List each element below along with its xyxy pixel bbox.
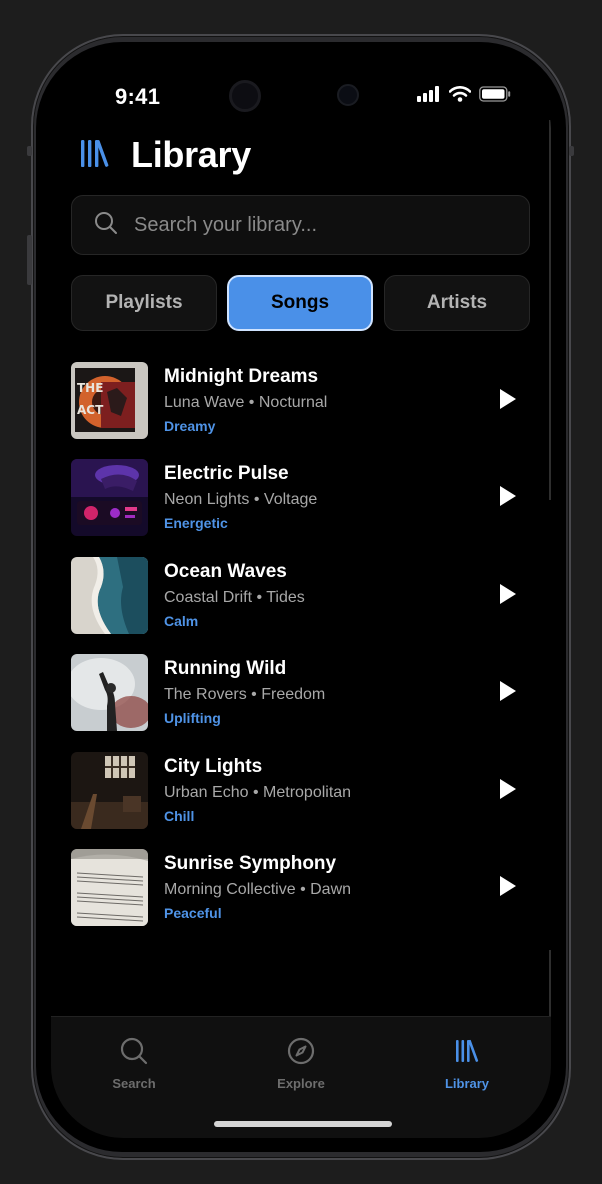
album-cover [71,557,148,634]
song-artist: The Rovers [164,686,247,703]
song-title: Electric Pulse [164,463,289,484]
home-indicator[interactable] [214,1121,392,1127]
play-icon[interactable] [495,874,519,898]
side-button [27,235,32,285]
song-album: Voltage [263,491,318,508]
search-icon [94,211,118,240]
play-icon[interactable] [495,582,519,606]
song-title: City Lights [164,756,263,777]
battery-icon [479,86,511,107]
tab-songs[interactable]: Songs [227,275,373,331]
separator: • [253,491,260,508]
library-icon [79,137,113,174]
side-button [27,146,32,156]
tabbar-item-library[interactable]: Library [407,1037,527,1091]
tab-artists[interactable]: Artists [384,275,530,331]
album-cover [71,849,148,926]
song-meta: Urban Echo • Metropolitan [164,784,351,802]
svg-text:ACT: ACT [77,403,104,417]
separator: • [300,881,306,898]
play-icon[interactable] [495,679,519,703]
song-row[interactable]: THE ACT Midnight Dreams Luna Wave • Noct… [71,360,530,440]
scrollbar-track [549,950,551,1016]
status-bar: 9:41 [51,58,551,138]
song-row[interactable]: Running Wild The Rovers • Freedom Uplift… [71,652,530,732]
status-time: 9:41 [115,84,161,109]
song-album: Dawn [310,881,352,898]
song-mood-tag: Peaceful [164,905,222,921]
svg-text:THE: THE [77,381,103,395]
song-artist: Luna Wave [164,394,245,411]
tabbar-label: Library [444,1076,490,1091]
song-mood-tag: Uplifting [164,710,221,726]
song-artist: Morning Collective [164,881,296,898]
app-screen: 9:41 Library Search your library... Play… [51,58,551,1138]
song-mood-tag: Calm [164,613,199,629]
song-title: Sunrise Symphony [164,853,337,874]
song-meta: Neon Lights • Voltage [164,491,317,509]
side-button [569,146,574,156]
song-title: Running Wild [164,658,287,679]
front-camera [229,80,261,112]
search-input[interactable] [134,213,494,237]
search-icon [120,1037,148,1070]
song-title: Ocean Waves [164,561,287,582]
song-album: Freedom [261,686,326,703]
status-icons [417,86,511,107]
header: Library [79,134,251,176]
scrollbar[interactable] [549,120,551,500]
play-icon[interactable] [495,777,519,801]
page-title: Library [131,134,251,175]
song-mood-tag: Dreamy [164,418,216,434]
song-row[interactable]: City Lights Urban Echo • Metropolitan Ch… [71,750,530,830]
play-icon[interactable] [495,387,519,411]
song-meta: Morning Collective • Dawn [164,881,351,899]
separator: • [256,589,263,606]
separator: • [252,784,259,801]
album-cover [71,459,148,536]
song-meta: Coastal Drift • Tides [164,589,305,607]
song-artist: Coastal Drift [164,589,253,606]
song-row[interactable]: Ocean Waves Coastal Drift • Tides Calm [71,555,530,635]
song-album: Metropolitan [263,784,352,801]
song-mood-tag: Chill [164,808,195,824]
song-mood-tag: Energetic [164,515,228,531]
album-cover [71,752,148,829]
tabbar-label: Search [112,1076,156,1091]
library-icon [453,1037,481,1070]
tabbar-label: Explore [277,1076,325,1091]
wifi-icon [448,86,472,107]
song-artist: Neon Lights [164,491,250,508]
album-cover: THE ACT [71,362,148,439]
sensor [337,84,359,106]
segment-tabs: Playlists Songs Artists [71,275,530,331]
separator: • [248,394,255,411]
song-row[interactable]: Electric Pulse Neon Lights • Voltage Ene… [71,457,530,537]
song-meta: Luna Wave • Nocturnal [164,394,327,412]
song-artist: Urban Echo [164,784,249,801]
song-row[interactable]: Sunrise Symphony Morning Collective • Da… [71,847,530,927]
separator: • [251,686,257,703]
compass-icon [287,1037,315,1070]
album-cover [71,654,148,731]
song-title: Midnight Dreams [164,366,319,387]
song-album: Nocturnal [258,394,328,411]
play-icon[interactable] [495,484,519,508]
search-bar[interactable] [71,195,530,255]
bottom-tab-bar: Search Explore Library [51,1016,551,1138]
song-album: Tides [266,589,305,606]
tabbar-item-explore[interactable]: Explore [241,1037,361,1091]
tabbar-item-search[interactable]: Search [74,1037,194,1091]
tab-playlists[interactable]: Playlists [71,275,217,331]
song-meta: The Rovers • Freedom [164,686,325,704]
cellular-signal-icon [417,86,441,107]
